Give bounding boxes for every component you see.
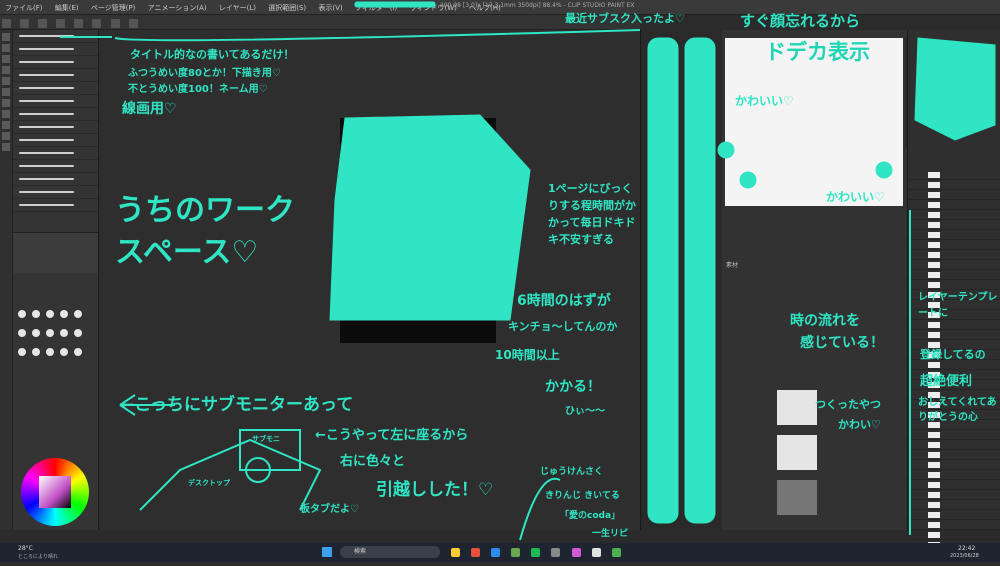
clock-time[interactable]: 22:42 <box>958 545 975 552</box>
note-subscribe: 最近サブスク入ったよ♡ <box>565 12 685 25</box>
note-cute: かわいい♡ <box>735 94 794 108</box>
edge-icon[interactable] <box>491 548 501 557</box>
taskbar-search[interactable]: 検索 <box>340 546 440 558</box>
heart-icon <box>739 171 757 189</box>
clock-date: 2023/06/28 <box>950 553 979 559</box>
label-monitor: サブモニ <box>252 435 280 443</box>
app-icon[interactable] <box>471 548 481 557</box>
note-music2: きりんじ きいてる <box>545 491 620 501</box>
note-music3: 「愛のcoda」 <box>560 511 621 521</box>
note-time: 時の流れを <box>790 313 860 329</box>
note-made: つくったやつ <box>815 398 881 411</box>
page-censor-left <box>647 37 679 524</box>
censor-mark <box>354 1 436 8</box>
note-brush3: 線画用♡ <box>122 101 177 117</box>
note-big: ドデカ表示 <box>765 40 870 64</box>
taskbar: 28°C ところにより晴れ 検索 22:42 2023/06/28 <box>0 543 1000 562</box>
csp-icon[interactable] <box>591 548 601 557</box>
note-page: 1ページにびっくりする程時間がかかって毎日ドキドキ不安すぎる <box>548 182 636 246</box>
arrow-line <box>114 29 641 42</box>
line-icon[interactable] <box>611 548 621 557</box>
app-icon[interactable] <box>571 548 581 557</box>
app-icon[interactable] <box>511 548 521 557</box>
note-music4: 一生リピ <box>592 529 629 539</box>
note-title: タイトル的なの書いてあるだけ！ <box>130 48 295 61</box>
note-hours: 6時間のはずが <box>517 293 611 309</box>
note-time2: 感じている！ <box>800 335 884 351</box>
note-face: すぐ顔忘れるから <box>740 12 861 30</box>
note-layer3: 超絶便利 <box>920 374 973 389</box>
canvas-censor <box>329 114 531 321</box>
weather-sub: ところにより晴れ <box>18 554 58 560</box>
desk-sketch <box>139 438 322 511</box>
note-hours2: キンチョ〜してんのか <box>508 320 618 333</box>
note-cute2: かわいい♡ <box>826 190 885 204</box>
note-layer2: 登録してるの <box>920 348 986 361</box>
note-brush2: 不とうめい度100！ネーム用♡ <box>128 84 268 95</box>
heart-icon <box>717 141 735 159</box>
heart-icon <box>875 161 893 179</box>
note-workspace: うちのワークスペース♡ <box>115 193 295 270</box>
note-hours3: 10時間以上 <box>495 348 560 362</box>
note-tablet: 板タブだよ♡ <box>300 504 359 515</box>
note-layer: レイヤーテンプレートに <box>918 292 998 319</box>
note-music1: じゅうけんさく <box>540 467 604 477</box>
note-submonitor: ←こっちにサブモニターあって <box>120 395 354 415</box>
taskbar-apps <box>448 543 624 566</box>
page-censor-right <box>684 37 716 524</box>
zoom-censor <box>914 37 996 141</box>
spotify-icon[interactable] <box>531 548 541 557</box>
start-icon[interactable] <box>322 547 332 557</box>
note-brush1: ふつうめい度80とか！下描き用♡ <box>128 68 281 79</box>
note-hours5: ひぃ〜〜 <box>565 406 605 417</box>
note-hours4: かかる！ <box>545 379 601 395</box>
folder-icon[interactable] <box>451 548 460 557</box>
weather-temp[interactable]: 28°C <box>18 545 33 552</box>
note-sit: ←こうやって左に座るから <box>315 428 469 443</box>
label-desk: デスクトップ <box>188 479 230 487</box>
note-move: 右に色々と <box>340 454 406 469</box>
note-layer4: おしえてくれてありがとうの心 <box>918 397 997 423</box>
app-icon[interactable] <box>551 548 561 557</box>
note-move2: 引越しした！♡ <box>376 480 494 500</box>
note-made-cute: かわい♡ <box>838 418 881 431</box>
